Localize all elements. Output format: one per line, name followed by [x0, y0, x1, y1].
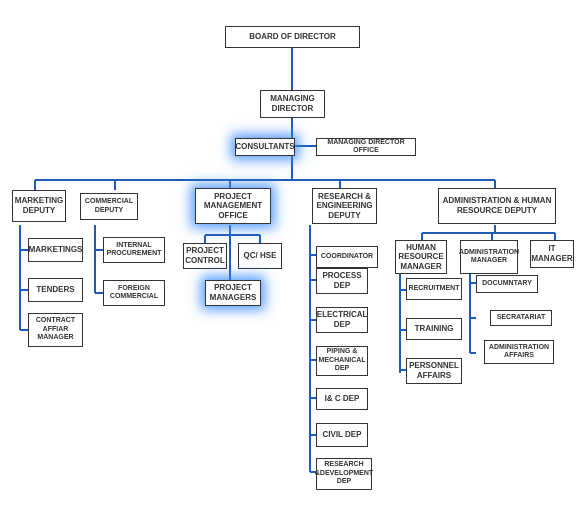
- node-contract-affair-manager: CONTRACT AFFIAR MANAGER: [28, 313, 83, 347]
- node-research-dev-dep: RESEARCH &DEVELOPMENT DEP: [316, 458, 372, 490]
- node-tenders: TENDERS: [28, 278, 83, 302]
- node-electrical-dep: ELECTRICAL DEP: [316, 307, 368, 333]
- node-ic-dep: I& C DEP: [316, 388, 368, 410]
- node-project-managers: PROJECT MANAGERS: [205, 280, 261, 306]
- node-admin-manager: ADMINISTRATION MANAGER: [460, 240, 518, 274]
- node-md-office: MANAGING DIRECTOR OFFICE: [316, 138, 416, 156]
- node-it-manager: IT MANAGER: [530, 240, 574, 268]
- node-process-dep: PROCESS DEP: [316, 268, 368, 294]
- node-research-deputy: RESEARCH & ENGINEERING DEPUTY: [312, 188, 377, 224]
- node-consultants: CONSULTANTS: [235, 138, 295, 156]
- node-piping-mech-dep: PIPING & MECHANICAL DEP: [316, 346, 368, 376]
- node-recruitment: RECRUITMENT: [406, 278, 462, 300]
- node-managing-director: MANAGING DIRECTOR: [260, 90, 325, 118]
- node-personnel-affairs: PERSONNEL AFFAIRS: [406, 358, 462, 384]
- node-training: TRAINING: [406, 318, 462, 340]
- node-admin-affairs: ADMINISTRATION AFFAIRS: [484, 340, 554, 364]
- node-marketing-deputy: MARKETING DEPUTY: [12, 190, 66, 222]
- node-foreign-commercial: FOREIGN COMMERCIAL: [103, 280, 165, 306]
- node-qc-hse: QC/ HSE: [238, 243, 282, 269]
- node-secretariat: SECRATARIAT: [490, 310, 552, 326]
- node-project-control: PROJECT CONTROL: [183, 243, 227, 269]
- node-pmo: PROJECT MANAGEMENT OFFICE: [195, 188, 271, 224]
- node-commercial-deputy: COMMERCIAL DEPUTY: [80, 193, 138, 220]
- node-marketings: MARKETINGS: [28, 238, 83, 262]
- node-hr-manager: HUMAN RESOURCE MANAGER: [395, 240, 447, 274]
- node-board: BOARD OF DIRECTOR: [225, 26, 360, 48]
- node-admin-hr-deputy: ADMINISTRATION & HUMAN RESOURCE DEPUTY: [438, 188, 556, 224]
- node-documentary: DOCUMNTARY: [476, 275, 538, 293]
- node-civil-dep: CIVIL DEP: [316, 423, 368, 447]
- node-internal-procurement: INTERNAL PROCUREMENT: [103, 237, 165, 263]
- node-coordinator: COORDINATOR: [316, 246, 378, 268]
